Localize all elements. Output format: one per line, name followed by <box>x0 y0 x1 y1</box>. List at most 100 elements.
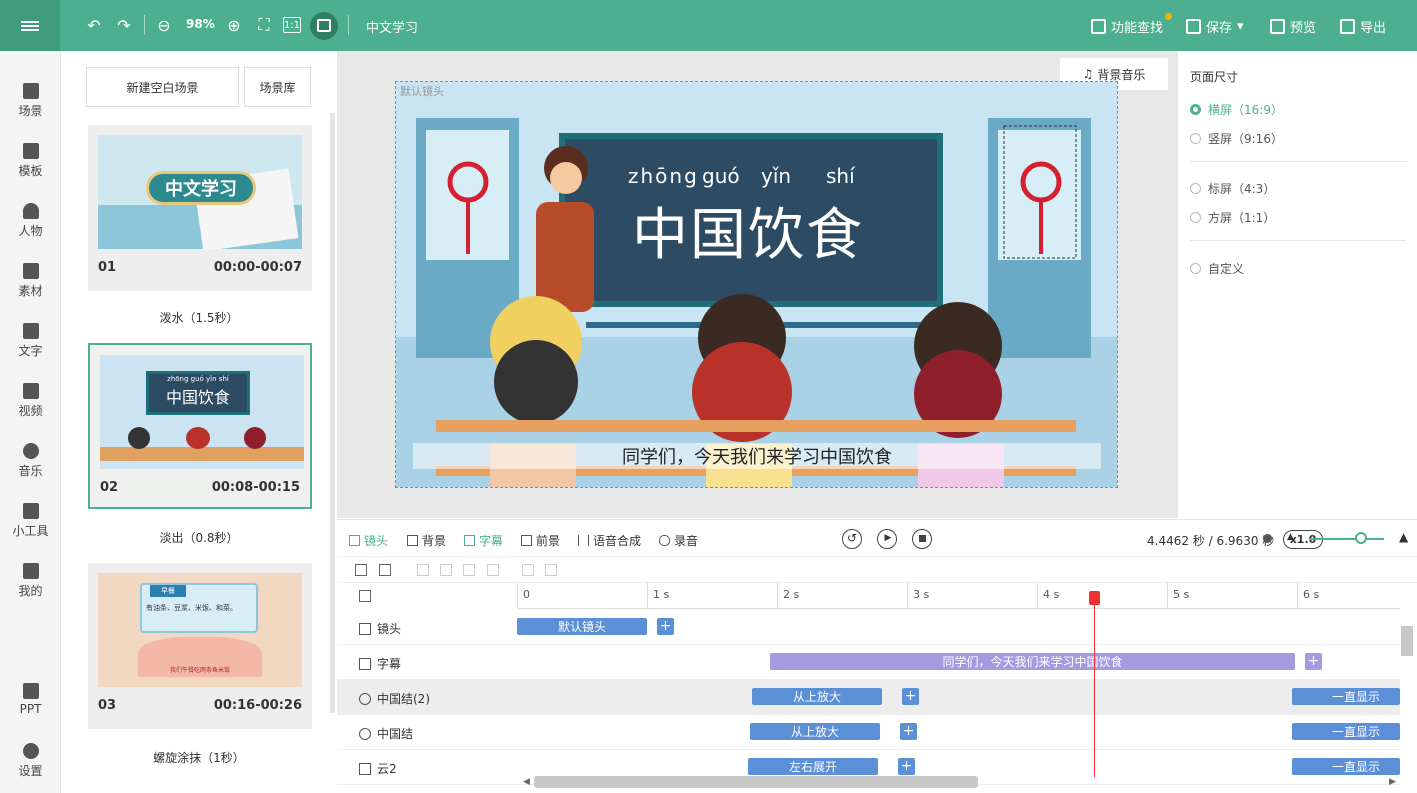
time-ruler[interactable]: 0 1 s 2 s 3 s 4 s 5 s 6 s <box>517 583 1400 609</box>
sidebar-item-scene[interactable]: 场景 <box>0 83 61 119</box>
track-name[interactable]: 中国结(2) <box>359 690 430 707</box>
tab-record[interactable]: 录音 <box>659 532 698 549</box>
option-landscape[interactable]: 横屏（16:9） <box>1190 101 1283 118</box>
thumb-title: 早餐 <box>150 585 186 597</box>
text-icon <box>22 323 39 339</box>
page-size-panel: 页面尺寸 横屏（16:9） 竖屏（9:16） 标屏（4:3） 方屏（1:1） 自… <box>1177 51 1417 518</box>
replay-button[interactable]: ↺ <box>842 529 862 549</box>
save-button[interactable]: 保存 ▾ <box>1186 17 1244 36</box>
zoom-in-mountain-icon[interactable]: ▲ <box>1399 530 1408 544</box>
subtitle-toggle-button[interactable] <box>310 12 338 40</box>
scene-transition[interactable]: 泼水（1.5秒） <box>62 309 336 326</box>
playhead-handle[interactable] <box>1089 591 1100 605</box>
track-name[interactable]: 镜头 <box>359 620 401 637</box>
sidebar-item-ppt[interactable]: PPT <box>0 683 61 716</box>
stop-button[interactable] <box>912 529 932 549</box>
scene-transition[interactable]: 淡出（0.8秒） <box>62 529 336 546</box>
preview-button[interactable]: 预览 <box>1270 17 1316 36</box>
timeline-clip[interactable]: 左右展开 <box>748 758 878 775</box>
add-clip-button[interactable]: + <box>1305 653 1322 670</box>
sidebar-item-settings[interactable]: 设置 <box>0 743 61 779</box>
timeline-clip[interactable]: 同学们，今天我们来学习中国饮食 <box>770 653 1295 670</box>
sidebar-item-template[interactable]: 模板 <box>0 143 61 179</box>
tab-background[interactable]: 背景 <box>407 532 446 549</box>
ungroup-icon[interactable] <box>545 564 557 576</box>
menu-button[interactable] <box>0 0 60 51</box>
pinyin-2: guó <box>702 164 740 188</box>
actual-size-icon[interactable]: 1:1 <box>283 17 301 33</box>
timeline-clip[interactable]: 一直显示 <box>1292 758 1400 775</box>
zoom-in-icon[interactable]: ⊕ <box>223 14 245 36</box>
filter-icon[interactable] <box>355 564 367 576</box>
sidebar-item-music[interactable]: 音乐 <box>0 443 61 479</box>
sort-icon[interactable] <box>379 564 391 576</box>
undo-icon[interactable]: ↶ <box>83 14 105 36</box>
sidebar-item-mine[interactable]: 我的 <box>0 563 61 599</box>
timeline-clip[interactable]: 从上放大 <box>750 723 880 740</box>
distribute-icon[interactable] <box>487 564 499 576</box>
student-head <box>186 427 210 449</box>
export-button[interactable]: 导出 <box>1340 17 1386 36</box>
redo-icon[interactable]: ↷ <box>113 14 135 36</box>
sidebar-item-character[interactable]: 人物 <box>0 203 61 239</box>
sidebar-item-material[interactable]: 素材 <box>0 263 61 299</box>
feature-search-button[interactable]: 功能查找 <box>1091 17 1163 36</box>
scene-card-1[interactable]: 中文学习 01 00:00-00:07 <box>88 125 312 291</box>
scene-card-2[interactable]: zhōng guó yǐn shí 中国饮食 02 00:08-00:15 <box>88 343 312 509</box>
tab-subtitle[interactable]: 字幕 <box>464 532 503 549</box>
option-standard[interactable]: 标屏（4:3） <box>1190 180 1275 197</box>
timeline-clip[interactable]: 一直显示 <box>1292 723 1400 740</box>
align-left-icon[interactable] <box>417 564 429 576</box>
replay-icon: ↺ <box>846 531 858 545</box>
horizontal-scrollbar[interactable] <box>534 776 978 788</box>
teacher-body <box>536 202 594 312</box>
track-name[interactable]: 字幕 <box>359 655 401 672</box>
track-name[interactable]: 中国结 <box>359 725 413 742</box>
track-name[interactable]: 云2 <box>359 760 397 777</box>
timeline-zoom-slider[interactable] <box>1309 538 1384 540</box>
sidebar-item-video[interactable]: 视频 <box>0 383 61 419</box>
toolbox-icon <box>22 503 39 519</box>
student-hair-black <box>494 340 578 424</box>
sidebar-item-tools[interactable]: 小工具 <box>0 503 61 539</box>
scene-library-button[interactable]: 场景库 <box>244 67 311 107</box>
fullscreen-icon[interactable]: ⛶ <box>253 14 275 36</box>
tab-foreground[interactable]: 前景 <box>521 532 560 549</box>
align-center-icon[interactable] <box>440 564 452 576</box>
help-icon[interactable] <box>1263 534 1272 543</box>
scene-transition[interactable]: 螺旋涂抹（1秒） <box>62 749 336 766</box>
align-right-icon[interactable] <box>463 564 475 576</box>
star-icon <box>359 727 371 740</box>
scene-panel-scrollbar[interactable] <box>330 113 335 713</box>
option-square[interactable]: 方屏（1:1） <box>1190 209 1275 226</box>
tab-lens[interactable]: 镜头 <box>349 532 388 549</box>
sidebar-item-text[interactable]: 文字 <box>0 323 61 359</box>
add-clip-button[interactable]: + <box>657 618 674 635</box>
add-clip-button[interactable]: + <box>902 688 919 705</box>
group-icon[interactable] <box>522 564 534 576</box>
play-button[interactable]: ▶ <box>877 529 897 549</box>
zoom-out-icon[interactable]: ⊖ <box>153 14 175 36</box>
timeline-clip[interactable]: 一直显示 <box>1292 688 1400 705</box>
track-settings-icon[interactable] <box>359 590 371 602</box>
subtitle-overlay[interactable]: 同学们，今天我们来学习中国饮食 <box>413 443 1101 469</box>
subtitle-icon <box>464 535 475 546</box>
add-clip-button[interactable]: + <box>898 758 915 775</box>
playhead-line[interactable] <box>1094 591 1095 777</box>
option-portrait[interactable]: 竖屏（9:16） <box>1190 130 1283 147</box>
vertical-scrollbar[interactable] <box>1401 626 1413 656</box>
option-custom[interactable]: 自定义 <box>1190 260 1244 277</box>
timeline-clip[interactable]: 默认镜头 <box>517 618 647 635</box>
document-title[interactable]: 中文学习 <box>366 17 418 36</box>
new-blank-scene-button[interactable]: 新建空白场景 <box>86 67 239 107</box>
scroll-left-icon[interactable]: ◀ <box>523 777 530 787</box>
stage-canvas[interactable]: zhōng guó yǐn shí 中国饮食 <box>395 81 1118 488</box>
slider-thumb[interactable] <box>1355 532 1367 544</box>
stop-icon <box>918 535 926 542</box>
scroll-right-icon[interactable]: ▶ <box>1389 777 1396 787</box>
add-clip-button[interactable]: + <box>900 723 917 740</box>
zoom-out-mountain-icon[interactable]: ▲ <box>1287 532 1294 542</box>
tab-tts[interactable]: 语音合成 <box>578 532 641 549</box>
scene-card-3[interactable]: 早餐 有油条、豆浆、米饭、和菜。 我们午餐吃两条鱼米饭 03 00:16-00:… <box>88 563 312 729</box>
timeline-clip[interactable]: 从上放大 <box>752 688 882 705</box>
